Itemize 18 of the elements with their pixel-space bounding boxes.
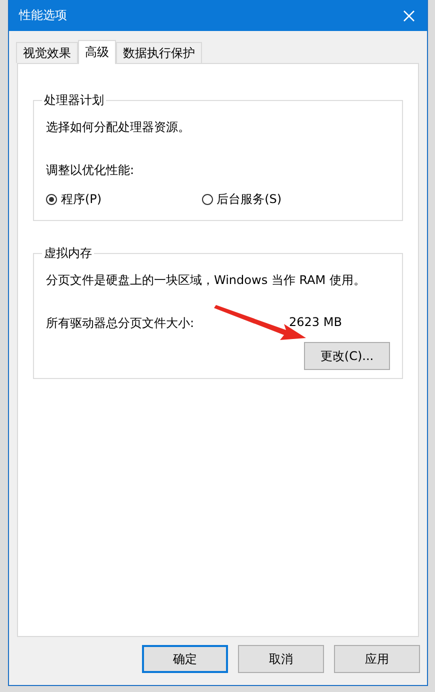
dialog-button[interactable]: 应用: [334, 645, 420, 673]
window-title: 性能选项: [19, 7, 67, 24]
size-value: 2623 MB: [289, 315, 342, 331]
group-title: 处理器计划: [43, 92, 105, 109]
radio-option[interactable]: 后台服务(S): [202, 191, 282, 208]
radio-option[interactable]: 程序(P): [46, 191, 102, 208]
tab[interactable]: 高级: [78, 40, 116, 64]
size-label: 所有驱动器总分页文件大小:: [46, 315, 196, 332]
dialog-button[interactable]: 取消: [238, 645, 324, 673]
tab[interactable]: 数据执行保护: [116, 42, 202, 63]
dialog-button[interactable]: 确定: [142, 645, 228, 673]
close-icon: [403, 10, 415, 22]
tab[interactable]: 视觉效果: [16, 42, 78, 63]
prompt-text: 调整以优化性能:: [46, 162, 136, 179]
description-text: 分页文件是硬盘上的一块区域，Windows 当作 RAM 使用。: [46, 272, 366, 289]
change-button[interactable]: 更改(C)...: [304, 342, 390, 370]
group-title: 虚拟内存: [43, 245, 93, 262]
description-text: 选择如何分配处理器资源。: [46, 119, 191, 136]
